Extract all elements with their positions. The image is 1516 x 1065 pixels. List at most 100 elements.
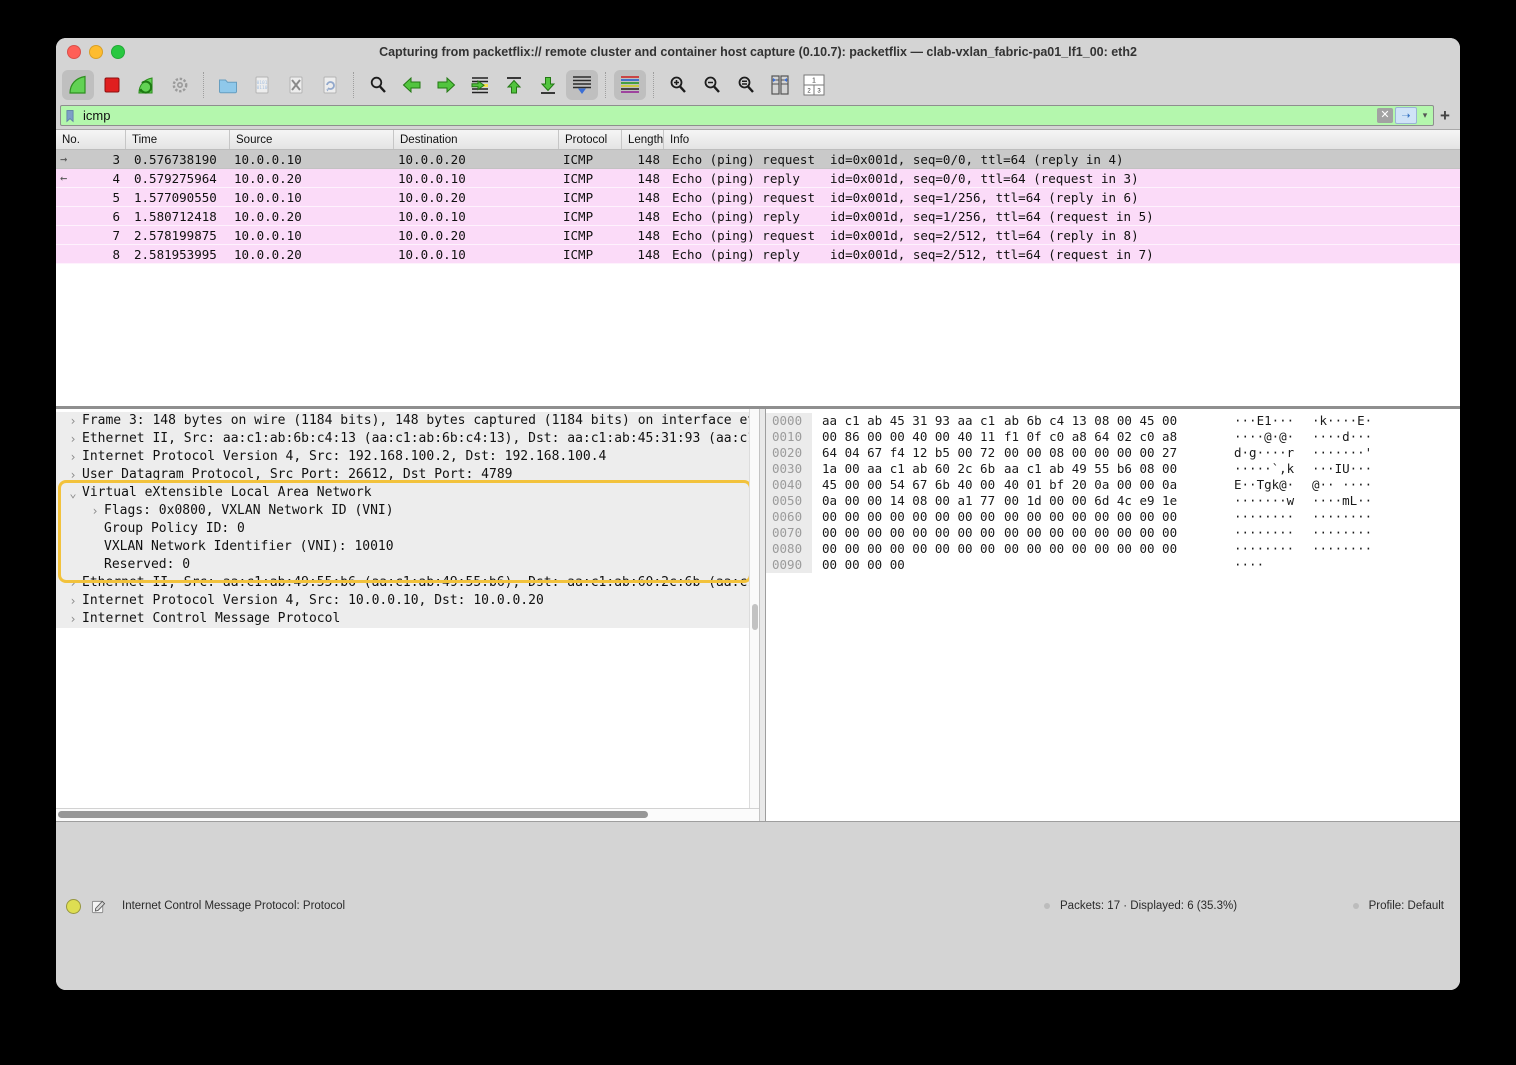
zoom-reset-icon [735,74,757,96]
column-header-time[interactable]: Time [126,130,230,149]
detail-row-vxlan-reserved[interactable]: Reserved: 0 [56,556,759,574]
bookmark-icon[interactable] [63,108,77,124]
hex-row[interactable]: 00301a 00 aa c1 ab 60 2c 6baa c1 ab 49 5… [766,461,1460,477]
go-last-button[interactable] [532,70,564,100]
column-header-no[interactable]: No. [56,130,126,149]
capture-comment-icon[interactable] [91,899,106,914]
column-header-source[interactable]: Source [230,130,394,149]
stop-capture-button[interactable] [96,70,128,100]
detail-row-vxlan[interactable]: ⌄Virtual eXtensible Local Area Network [56,484,759,502]
expert-info-icon[interactable] [66,899,81,914]
detail-row-ip-inner[interactable]: ›Internet Protocol Version 4, Src: 10.0.… [56,592,759,610]
hex-row[interactable]: 002064 04 67 f4 12 b5 00 7200 00 08 00 0… [766,445,1460,461]
expand-chevron-icon[interactable]: › [64,592,82,610]
packet-details-pane: ›Frame 3: 148 bytes on wire (1184 bits),… [56,409,760,821]
details-vertical-scrollbar[interactable] [749,409,759,809]
scrollbar-thumb[interactable] [752,604,758,630]
capture-options-button[interactable] [164,70,196,100]
expand-chevron-icon[interactable]: › [64,574,82,592]
reload-document-icon [319,74,341,96]
detail-row-eth-inner[interactable]: ›Ethernet II, Src: aa:c1:ab:49:55:b6 (aa… [56,574,759,592]
layout-123-button[interactable]: 123 [798,70,830,100]
packet-list-empty-area [56,264,1460,406]
hex-row[interactable]: 001000 86 00 00 40 00 40 11f1 0f c0 a8 6… [766,429,1460,445]
save-file-button[interactable]: 01010110 [246,70,278,100]
collapse-chevron-icon[interactable]: ⌄ [64,484,82,502]
detail-row-ip-outer[interactable]: ›Internet Protocol Version 4, Src: 192.1… [56,448,759,466]
detail-row-vxlan-group-policy[interactable]: Group Policy ID: 0 [56,520,759,538]
filter-dropdown-caret[interactable]: ▾ [1419,110,1431,121]
column-header-length[interactable]: Length [622,130,664,149]
svg-text:0110: 0110 [257,85,268,91]
start-capture-button[interactable] [62,70,94,100]
resize-columns-button[interactable] [764,70,796,100]
clear-filter-button[interactable]: ✕ [1377,108,1393,123]
titlebar[interactable]: Capturing from packetflix:// remote clus… [56,38,1460,65]
expand-chevron-icon[interactable]: › [64,448,82,466]
display-filter-field[interactable]: ✕ ➝ ▾ [60,105,1434,126]
request-arrow-icon: → [60,152,67,167]
find-packet-button[interactable] [362,70,394,100]
profile-selector[interactable]: Profile: Default [1343,900,1444,912]
gear-icon [169,74,191,96]
layout-123-icon: 123 [801,72,827,98]
arrow-down-bar-icon [537,74,559,96]
scrollbar-thumb[interactable] [58,811,648,818]
open-file-button[interactable] [212,70,244,100]
zoom-in-button[interactable] [662,70,694,100]
packet-row[interactable]: 5 1.577090550 10.0.0.10 10.0.0.20 ICMP 1… [56,188,1460,207]
detail-row-frame[interactable]: ›Frame 3: 148 bytes on wire (1184 bits),… [56,412,759,430]
packet-row[interactable]: →3 0.576738190 10.0.0.10 10.0.0.20 ICMP … [56,150,1460,169]
expand-chevron-icon[interactable]: › [86,502,104,520]
apply-filter-button[interactable]: ➝ [1395,107,1417,124]
hex-row[interactable]: 007000 00 00 00 00 00 00 0000 00 00 00 0… [766,525,1460,541]
add-filter-button[interactable]: + [1434,106,1456,126]
close-file-button[interactable] [280,70,312,100]
packet-details-tree: ›Frame 3: 148 bytes on wire (1184 bits),… [56,409,759,808]
go-first-button[interactable] [498,70,530,100]
packet-row[interactable]: ←4 0.579275964 10.0.0.20 10.0.0.10 ICMP … [56,169,1460,188]
detail-row-vxlan-vni[interactable]: VXLAN Network Identifier (VNI): 10010 [56,538,759,556]
reload-file-button[interactable] [314,70,346,100]
auto-scroll-button[interactable] [566,70,598,100]
arrow-up-bar-icon [503,74,525,96]
column-header-destination[interactable]: Destination [394,130,559,149]
column-header-protocol[interactable]: Protocol [559,130,622,149]
zoom-in-icon [667,74,689,96]
hex-row[interactable]: 006000 00 00 00 00 00 00 0000 00 00 00 0… [766,509,1460,525]
zoom-out-icon [701,74,723,96]
resize-columns-icon [768,73,792,97]
column-header-info[interactable]: Info [664,130,1460,149]
hex-row[interactable]: 004045 00 00 54 67 6b 40 0040 01 bf 20 0… [766,477,1460,493]
packet-row[interactable]: 8 2.581953995 10.0.0.20 10.0.0.10 ICMP 1… [56,245,1460,264]
detail-row-icmp[interactable]: ›Internet Control Message Protocol [56,610,759,628]
go-to-packet-button[interactable] [464,70,496,100]
window-title: Capturing from packetflix:// remote clus… [56,45,1460,59]
detail-row-eth-outer[interactable]: ›Ethernet II, Src: aa:c1:ab:6b:c4:13 (aa… [56,430,759,448]
expand-chevron-icon[interactable]: › [64,430,82,448]
zoom-out-button[interactable] [696,70,728,100]
hex-row[interactable]: 009000 00 00 00···· [766,557,1460,573]
hex-row[interactable]: 00500a 00 00 14 08 00 a1 7700 1d 00 00 6… [766,493,1460,509]
expand-chevron-icon[interactable]: › [64,466,82,484]
detail-row-udp[interactable]: ›User Datagram Protocol, Src Port: 26612… [56,466,759,484]
filter-bar: ✕ ➝ ▾ + [56,104,1460,129]
colorize-button[interactable] [614,70,646,100]
go-back-button[interactable] [396,70,428,100]
restart-capture-button[interactable] [130,70,162,100]
zoom-reset-button[interactable] [730,70,762,100]
toolbar-separator [353,72,355,98]
expand-chevron-icon[interactable]: › [64,412,82,430]
shark-fin-icon [67,74,89,96]
expand-chevron-icon[interactable]: › [64,610,82,628]
hex-row[interactable]: 008000 00 00 00 00 00 00 0000 00 00 00 0… [766,541,1460,557]
go-forward-button[interactable] [430,70,462,100]
hex-row[interactable]: 0000aa c1 ab 45 31 93 aa c1ab 6b c4 13 0… [766,413,1460,429]
detail-row-vxlan-flags[interactable]: ›Flags: 0x0800, VXLAN Network ID (VNI) [56,502,759,520]
toolbar-separator [203,72,205,98]
colorize-icon [618,73,642,97]
packet-row[interactable]: 6 1.580712418 10.0.0.20 10.0.0.10 ICMP 1… [56,207,1460,226]
packet-row[interactable]: 7 2.578199875 10.0.0.10 10.0.0.20 ICMP 1… [56,226,1460,245]
details-horizontal-scrollbar[interactable] [56,808,759,821]
display-filter-input[interactable] [81,107,1377,124]
